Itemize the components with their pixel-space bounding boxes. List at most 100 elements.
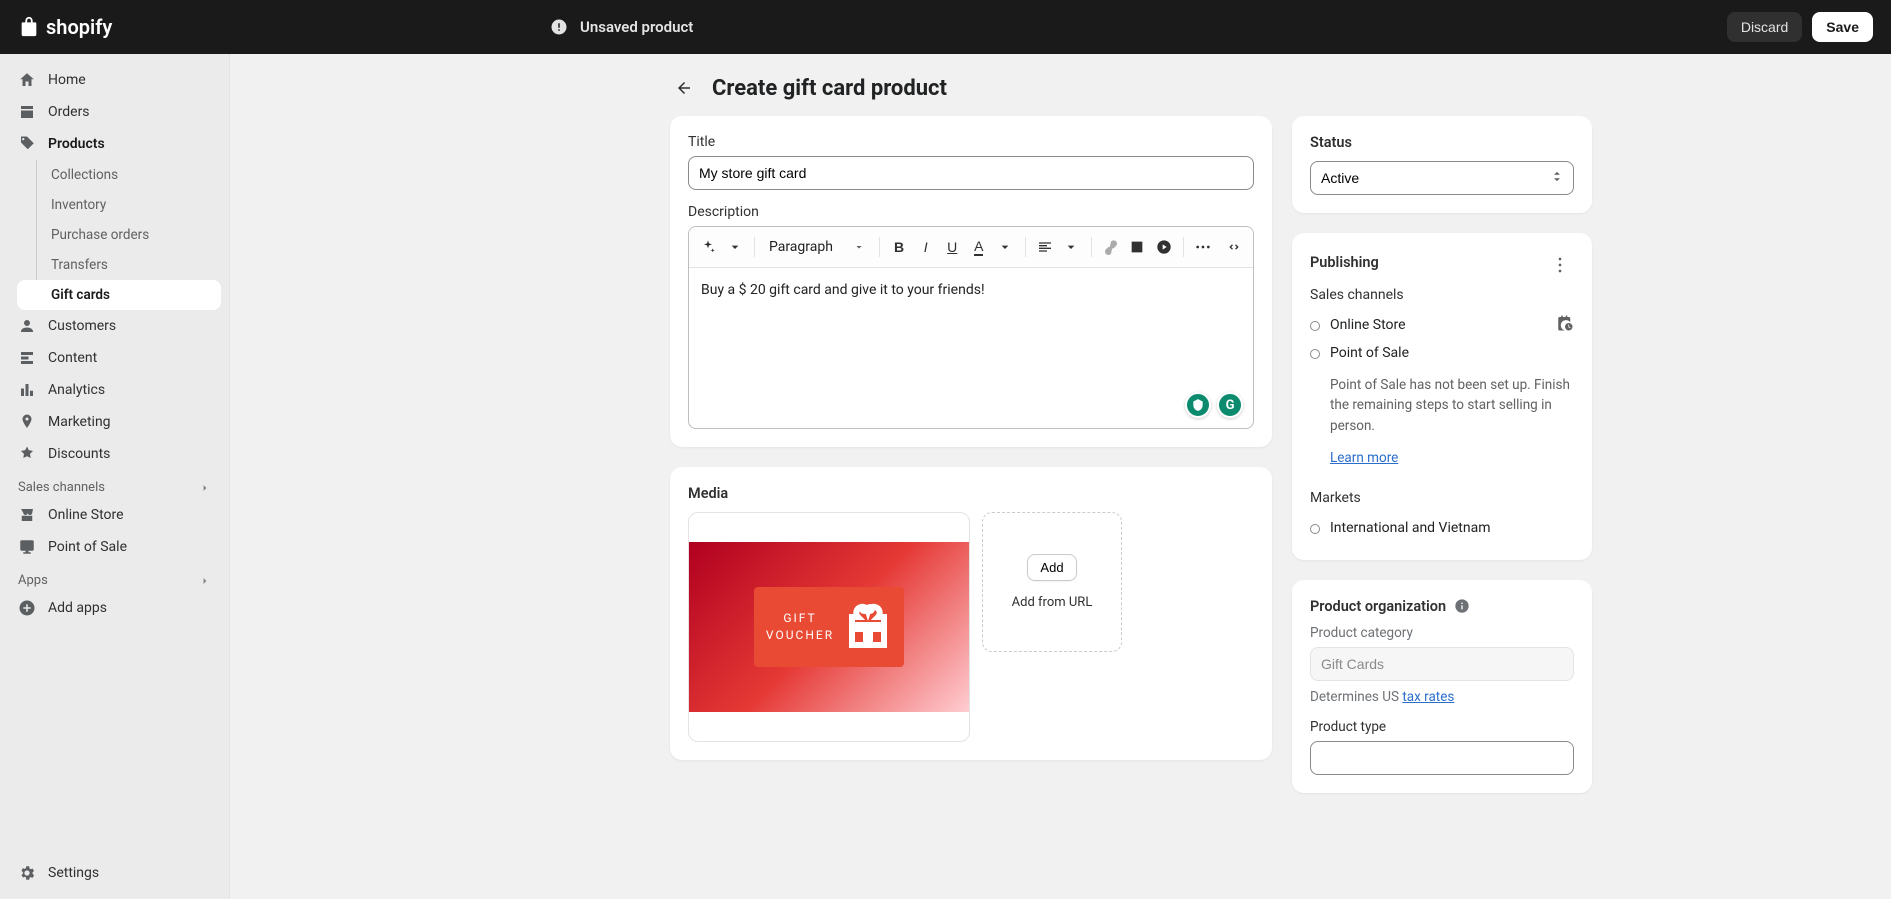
content-icon — [18, 349, 36, 367]
rte-underline-button[interactable]: U — [941, 233, 964, 261]
main-content: Create gift card product Title Descripti… — [230, 54, 1891, 899]
brand-name: shopify — [46, 15, 112, 39]
media-add-tile[interactable]: Add Add from URL — [982, 512, 1122, 652]
channel-label: Online Store — [1330, 317, 1406, 333]
sidebar-item-label: Collections — [51, 167, 118, 183]
rte-ai-button[interactable] — [697, 233, 720, 261]
publishing-card: Publishing Sales channels Online Store — [1292, 233, 1592, 560]
sidebar-item-purchase-orders[interactable]: Purchase orders — [37, 220, 221, 250]
video-icon — [1156, 239, 1172, 255]
sidebar-item-label: Point of Sale — [48, 539, 127, 555]
status-select[interactable]: Active — [1310, 161, 1574, 195]
sidebar-item-label: Analytics — [48, 382, 105, 398]
rte-bold-button[interactable]: B — [888, 233, 911, 261]
channel-online-store: Online Store — [1310, 311, 1406, 339]
publishing-heading: Publishing — [1310, 254, 1379, 271]
arrow-left-icon — [675, 79, 693, 97]
title-description-card: Title Description — [670, 116, 1272, 447]
sidebar-item-label: Transfers — [51, 257, 108, 273]
rte-video-button[interactable] — [1153, 233, 1176, 261]
discard-button[interactable]: Discard — [1727, 12, 1802, 42]
sidebar-item-pos[interactable]: Point of Sale — [8, 531, 221, 563]
rte-paragraph-select[interactable]: Paragraph — [763, 239, 871, 255]
learn-more-link[interactable]: Learn more — [1330, 450, 1398, 466]
media-thumbnail[interactable]: GIFT VOUCHER — [688, 512, 970, 742]
status-dot — [1310, 349, 1320, 359]
info-icon[interactable] — [1454, 598, 1470, 614]
back-button[interactable] — [670, 74, 698, 102]
sidebar-item-label: Inventory — [51, 197, 106, 213]
rte-link-button[interactable] — [1099, 233, 1122, 261]
assistant-badge-1[interactable] — [1185, 392, 1211, 418]
link-icon — [1103, 239, 1119, 255]
sidebar: Home Orders Products Collections Invento… — [0, 54, 230, 899]
sidebar-item-transfers[interactable]: Transfers — [37, 250, 221, 280]
category-input — [1310, 647, 1574, 681]
publishing-menu-button[interactable] — [1546, 251, 1574, 279]
grammarly-badge[interactable]: G — [1217, 392, 1243, 418]
rte-align-dropdown[interactable] — [1060, 233, 1083, 261]
topbar-actions: Discard Save — [1727, 12, 1873, 42]
sidebar-section-apps: Apps — [8, 563, 221, 592]
sidebar-item-customers[interactable]: Customers — [8, 310, 221, 342]
save-button[interactable]: Save — [1812, 12, 1873, 42]
sidebar-item-home[interactable]: Home — [8, 64, 221, 96]
rte-body[interactable]: Buy a $ 20 gift card and give it to your… — [689, 268, 1253, 428]
title-input[interactable] — [688, 156, 1254, 190]
sidebar-item-label: Orders — [48, 104, 90, 120]
tax-rates-link[interactable]: tax rates — [1402, 689, 1454, 705]
separator — [879, 237, 880, 257]
sidebar-item-analytics[interactable]: Analytics — [8, 374, 221, 406]
sidebar-item-settings[interactable]: Settings — [8, 857, 221, 889]
align-left-icon — [1037, 239, 1053, 255]
chevron-down-icon — [1063, 239, 1079, 255]
sidebar-item-online-store[interactable]: Online Store — [8, 499, 221, 531]
rte-more-button[interactable] — [1192, 233, 1215, 261]
sidebar-item-collections[interactable]: Collections — [37, 160, 221, 190]
sidebar-item-label: Marketing — [48, 414, 111, 430]
sidebar-item-products[interactable]: Products — [8, 128, 221, 160]
product-type-input[interactable] — [1310, 741, 1574, 775]
sidebar-item-gift-cards[interactable]: Gift cards — [17, 280, 221, 310]
rte-color-dropdown[interactable] — [994, 233, 1017, 261]
rte-image-button[interactable] — [1126, 233, 1149, 261]
paragraph-label: Paragraph — [769, 239, 833, 255]
rich-text-editor: Paragraph B I U A — [688, 226, 1254, 429]
schedule-button[interactable] — [1556, 314, 1574, 336]
dots-vertical-icon — [1552, 257, 1568, 273]
status-dot — [1310, 524, 1320, 534]
sidebar-item-discounts[interactable]: Discounts — [8, 438, 221, 470]
add-from-url-link[interactable]: Add from URL — [1012, 595, 1093, 610]
sidebar-item-label: Products — [48, 136, 105, 152]
image-icon — [1129, 239, 1145, 255]
plus-circle-icon — [18, 599, 36, 617]
tax-prefix: Determines US — [1310, 689, 1402, 705]
sidebar-item-content[interactable]: Content — [8, 342, 221, 374]
add-media-button[interactable]: Add — [1027, 554, 1076, 581]
marketing-icon — [18, 413, 36, 431]
description-text: Buy a $ 20 gift card and give it to your… — [701, 282, 985, 298]
status-dot — [1310, 321, 1320, 331]
page-header: Create gift card product — [230, 68, 1360, 116]
sidebar-item-label: Customers — [48, 318, 116, 334]
sidebar-products-submenu: Collections Inventory Purchase orders Tr… — [36, 160, 221, 310]
rte-code-button[interactable] — [1223, 233, 1246, 261]
rte-ai-dropdown[interactable] — [724, 233, 747, 261]
category-label: Product category — [1310, 625, 1574, 641]
sidebar-item-marketing[interactable]: Marketing — [8, 406, 221, 438]
rte-assistant-badges: G — [1185, 392, 1243, 418]
rte-toolbar: Paragraph B I U A — [689, 227, 1253, 268]
channel-label: Point of Sale — [1330, 345, 1409, 361]
chevron-down-icon — [997, 239, 1013, 255]
code-icon — [1226, 239, 1242, 255]
chevron-right-icon[interactable] — [199, 482, 211, 494]
rte-color-button[interactable]: A — [968, 233, 991, 261]
status-card: Status Active — [1292, 116, 1592, 213]
shopify-bag-icon — [18, 16, 40, 38]
rte-align-button[interactable] — [1033, 233, 1056, 261]
sidebar-item-add-apps[interactable]: Add apps — [8, 592, 221, 624]
sidebar-item-inventory[interactable]: Inventory — [37, 190, 221, 220]
sidebar-item-orders[interactable]: Orders — [8, 96, 221, 128]
rte-italic-button[interactable]: I — [914, 233, 937, 261]
chevron-right-icon[interactable] — [199, 575, 211, 587]
